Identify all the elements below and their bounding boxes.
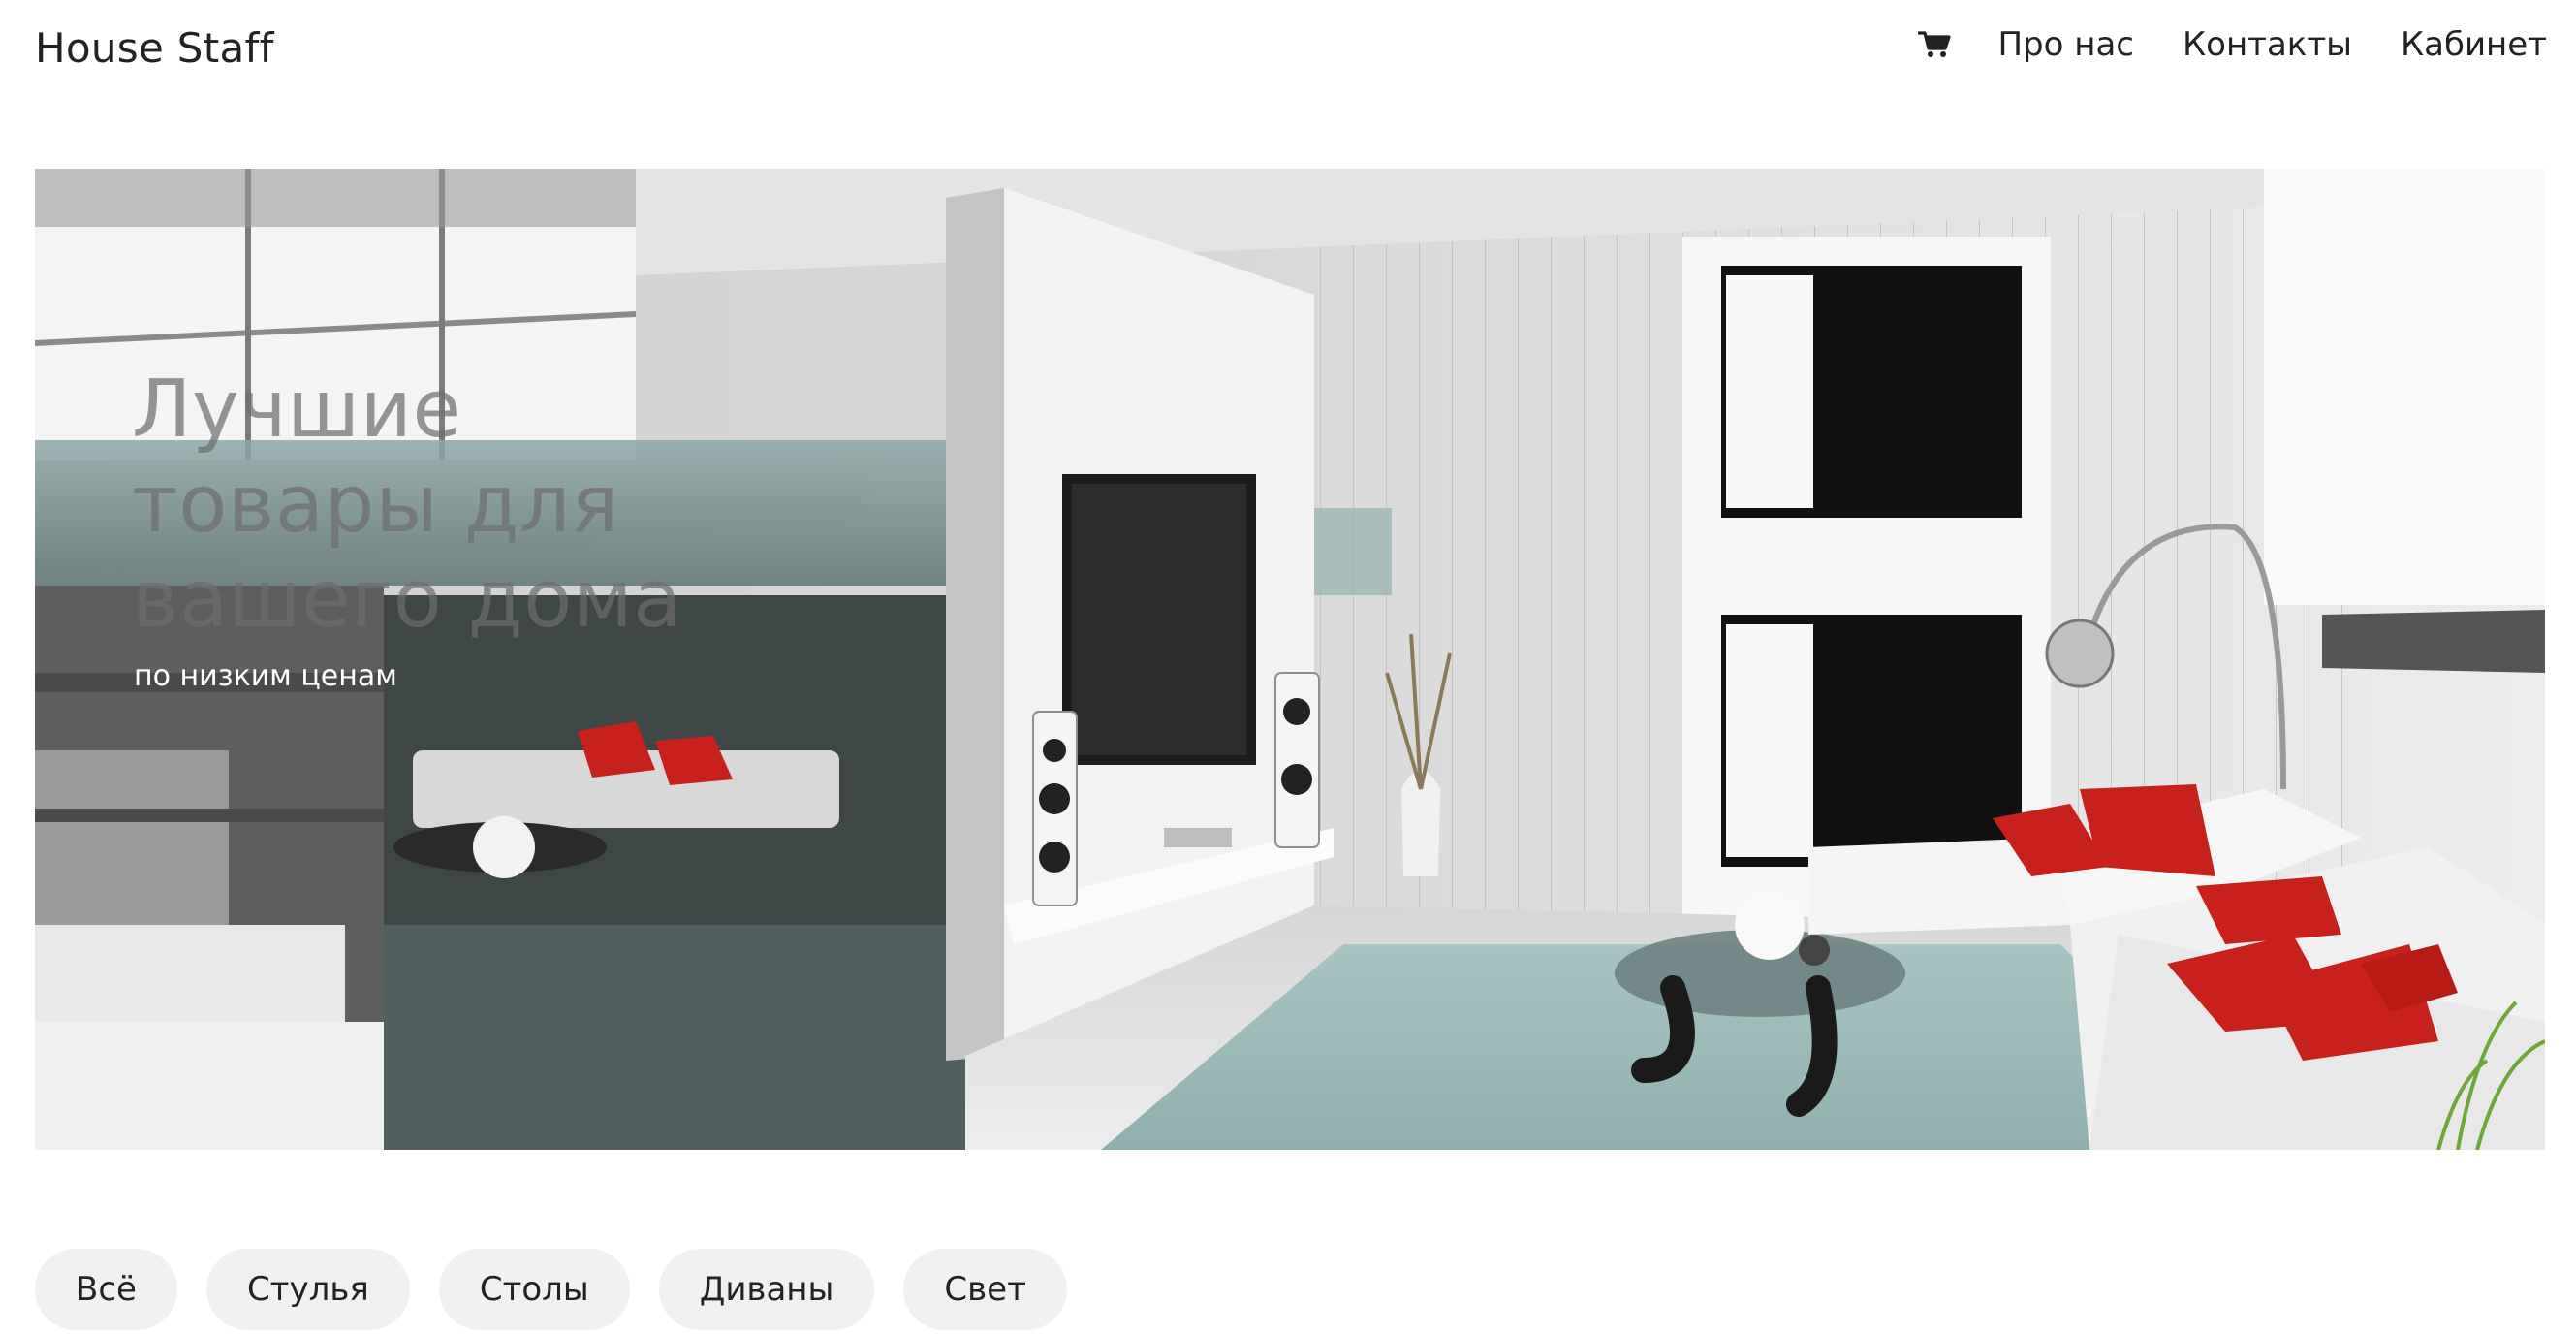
nav-link-account[interactable]: Кабинет (2401, 17, 2547, 72)
filter-chip-all[interactable]: Всё (35, 1249, 177, 1330)
hero-banner: Лучшие товары для вашего дома по низким … (35, 169, 2545, 1150)
nav-link-about[interactable]: Про нас (1997, 17, 2134, 72)
filter-chip-lighting[interactable]: Свет (903, 1249, 1067, 1330)
hero-title: Лучшие товары для вашего дома (132, 364, 682, 646)
hero-interior-image (35, 169, 2545, 1150)
shopping-cart-icon[interactable] (1918, 30, 1952, 59)
filter-chip-chairs[interactable]: Стулья (205, 1249, 410, 1330)
hero-subtitle: по низким ценам (134, 659, 397, 693)
top-nav: Про нас Контакты Кабинет (1918, 17, 2547, 72)
site-logo[interactable]: House Staff (35, 21, 274, 76)
category-filters: Всё Стулья Столы Диваны Свет (35, 1249, 1096, 1330)
filter-chip-sofas[interactable]: Диваны (658, 1249, 875, 1330)
filter-chip-tables[interactable]: Столы (438, 1249, 630, 1330)
site-header: House Staff Про нас Контакты Кабинет (0, 0, 2576, 107)
nav-link-contacts[interactable]: Контакты (2183, 17, 2352, 72)
